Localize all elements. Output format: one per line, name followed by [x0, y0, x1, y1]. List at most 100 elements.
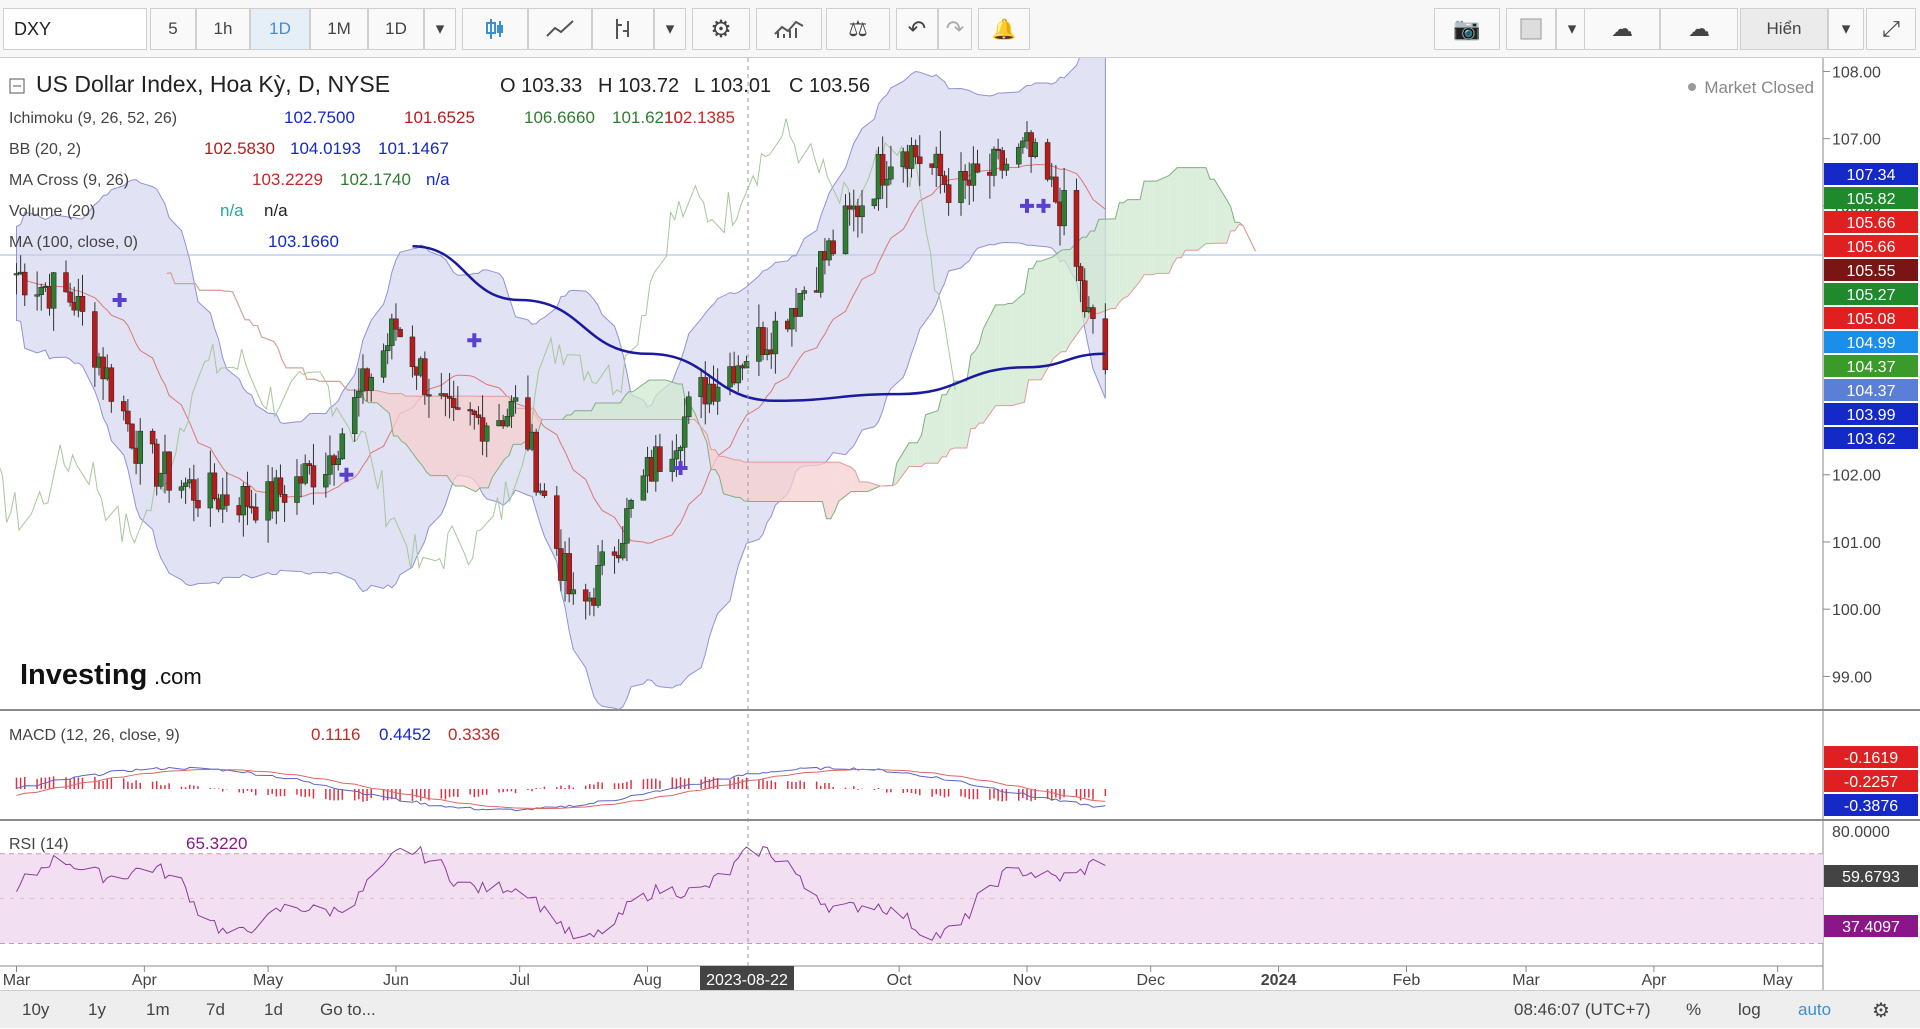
candle-body	[340, 434, 345, 459]
ichimoku-cloud-segment	[794, 462, 798, 501]
ichimoku-cloud-segment	[777, 462, 781, 501]
time-tick-label: Apr	[132, 972, 158, 989]
rsi-value-1: 65.3220	[186, 834, 247, 853]
hide-button[interactable]: Hiển	[1740, 8, 1828, 50]
ichimoku-cloud-segment	[864, 482, 868, 491]
alert-bell-icon[interactable]: 🔔	[978, 8, 1030, 50]
price-tag-label: 104.99	[1847, 335, 1896, 352]
candle-body	[1074, 190, 1079, 266]
candle-body	[513, 398, 518, 402]
ma-label[interactable]: MA (100, close, 0)	[9, 234, 138, 251]
price-tick-label: 102.00	[1832, 468, 1881, 485]
gear-icon[interactable]: ⚙	[692, 8, 750, 50]
candlestick-icon[interactable]	[462, 8, 528, 50]
ichimoku-cloud-segment	[1177, 168, 1181, 258]
interval-dropdown[interactable]: 1D	[368, 8, 424, 50]
candle-body	[129, 424, 134, 448]
range-7d[interactable]: 7d	[206, 991, 225, 1029]
rsi-tag-label: 37.4097	[1842, 919, 1900, 936]
candle-body	[942, 176, 947, 185]
camera-icon[interactable]: 📷	[1434, 8, 1500, 50]
interval-1h[interactable]: 1h	[196, 8, 250, 50]
gear-icon[interactable]: ⚙	[1872, 991, 1890, 1029]
range-1d[interactable]: 1d	[264, 991, 283, 1029]
interval-5[interactable]: 5	[150, 8, 196, 50]
price-tag-label: 105.08	[1847, 311, 1896, 328]
candle-body	[245, 486, 250, 506]
ichimoku-value-1: 102.7500	[284, 108, 355, 127]
ichimoku-cloud-segment	[1066, 250, 1070, 352]
goto-button[interactable]: Go to...	[320, 991, 376, 1029]
ichimoku-cloud-segment	[926, 411, 938, 464]
fullscreen-icon[interactable]: ⤢	[1866, 8, 1916, 50]
candle-body	[447, 396, 452, 398]
investing-logo-suffix: .com	[154, 664, 202, 689]
color-picker-icon[interactable]	[1506, 8, 1556, 50]
range-1m[interactable]: 1m	[146, 991, 170, 1029]
ichimoku-cloud-segment	[769, 462, 773, 501]
ichimoku-cloud-segment	[975, 344, 979, 428]
chevron-down-icon[interactable]: ▾	[654, 8, 686, 50]
macross-value-1: 103.2229	[252, 170, 323, 189]
ichimoku-value-3: 106.6660	[524, 108, 595, 127]
candle-body	[505, 416, 510, 426]
macd-tag-label: -0.2257	[1844, 774, 1898, 791]
ichimoku-cloud-segment	[657, 380, 661, 419]
ohlc-icon[interactable]	[592, 8, 654, 50]
candle-body	[138, 431, 143, 463]
candle-body	[1082, 281, 1087, 312]
interval-1d[interactable]: 1D	[250, 8, 310, 50]
candle-body	[534, 432, 539, 492]
clock[interactable]: 08:46:07 (UTC+7)	[1514, 991, 1651, 1029]
interval-1m[interactable]: 1M	[310, 8, 368, 50]
cloud-upload-icon[interactable]: ☁	[1660, 8, 1738, 50]
candle-body	[1016, 147, 1021, 164]
chevron-down-icon[interactable]: ▾	[424, 8, 456, 50]
symbol-input[interactable]: DXY	[3, 8, 147, 50]
bb-label[interactable]: BB (20, 2)	[9, 141, 81, 158]
candle-body	[311, 466, 316, 487]
ichimoku-cloud-segment	[393, 394, 397, 436]
chevron-down-icon[interactable]: ▾	[1828, 8, 1864, 50]
compare-icon[interactable]: ⚖	[826, 8, 890, 50]
candle-body	[278, 478, 283, 495]
ichimoku-cloud-segment	[418, 396, 422, 465]
candle-body	[381, 351, 386, 377]
candle-body	[158, 474, 163, 487]
log-toggle[interactable]: log	[1738, 991, 1761, 1029]
area-chart-icon[interactable]	[528, 8, 592, 50]
candle-body	[63, 273, 68, 292]
rsi-label[interactable]: RSI (14)	[9, 836, 69, 853]
undo-icon[interactable]: ↶	[896, 8, 938, 50]
candle-body	[443, 394, 448, 397]
macross-label[interactable]: MA Cross (9, 26)	[9, 172, 129, 189]
chart-area[interactable]: -0.1619-0.2257-0.3876 80.000059.679337.4…	[0, 58, 1920, 990]
time-tick-label: Oct	[887, 972, 912, 989]
ichimoku-cloud-segment	[806, 462, 810, 501]
candle-body	[686, 397, 691, 417]
auto-toggle[interactable]: auto	[1798, 991, 1831, 1029]
ichimoku-label[interactable]: Ichimoku (9, 26, 52, 26)	[9, 110, 177, 127]
ichimoku-cloud-segment	[711, 450, 715, 470]
ichimoku-cloud-segment	[1181, 168, 1185, 258]
ichimoku-cloud-segment	[1099, 219, 1111, 313]
volume-label[interactable]: Volume (20)	[9, 203, 95, 220]
investing-logo: Investing	[20, 659, 147, 691]
ichimoku-cloud-segment	[1091, 231, 1095, 313]
candle-body	[398, 329, 403, 337]
ichimoku-cloud-segment	[996, 305, 1000, 406]
candle-body	[22, 272, 27, 295]
ichimoku-cloud-segment	[1115, 203, 1119, 309]
indicators-icon[interactable]	[756, 8, 822, 50]
candle-body	[183, 483, 188, 487]
ichimoku-cloud-segment	[596, 403, 600, 420]
time-tick-label: Jul	[509, 972, 529, 989]
range-10y[interactable]: 10y	[22, 991, 49, 1029]
cloud-download-icon[interactable]: ☁	[1584, 8, 1660, 50]
macd-label[interactable]: MACD (12, 26, close, 9)	[9, 727, 180, 744]
redo-icon[interactable]: ↷	[938, 8, 972, 50]
ichimoku-cloud-segment	[831, 462, 835, 519]
range-1y[interactable]: 1y	[88, 991, 106, 1029]
percent-toggle[interactable]: %	[1686, 991, 1701, 1029]
rsi-tick-label: 80.0000	[1832, 824, 1890, 841]
